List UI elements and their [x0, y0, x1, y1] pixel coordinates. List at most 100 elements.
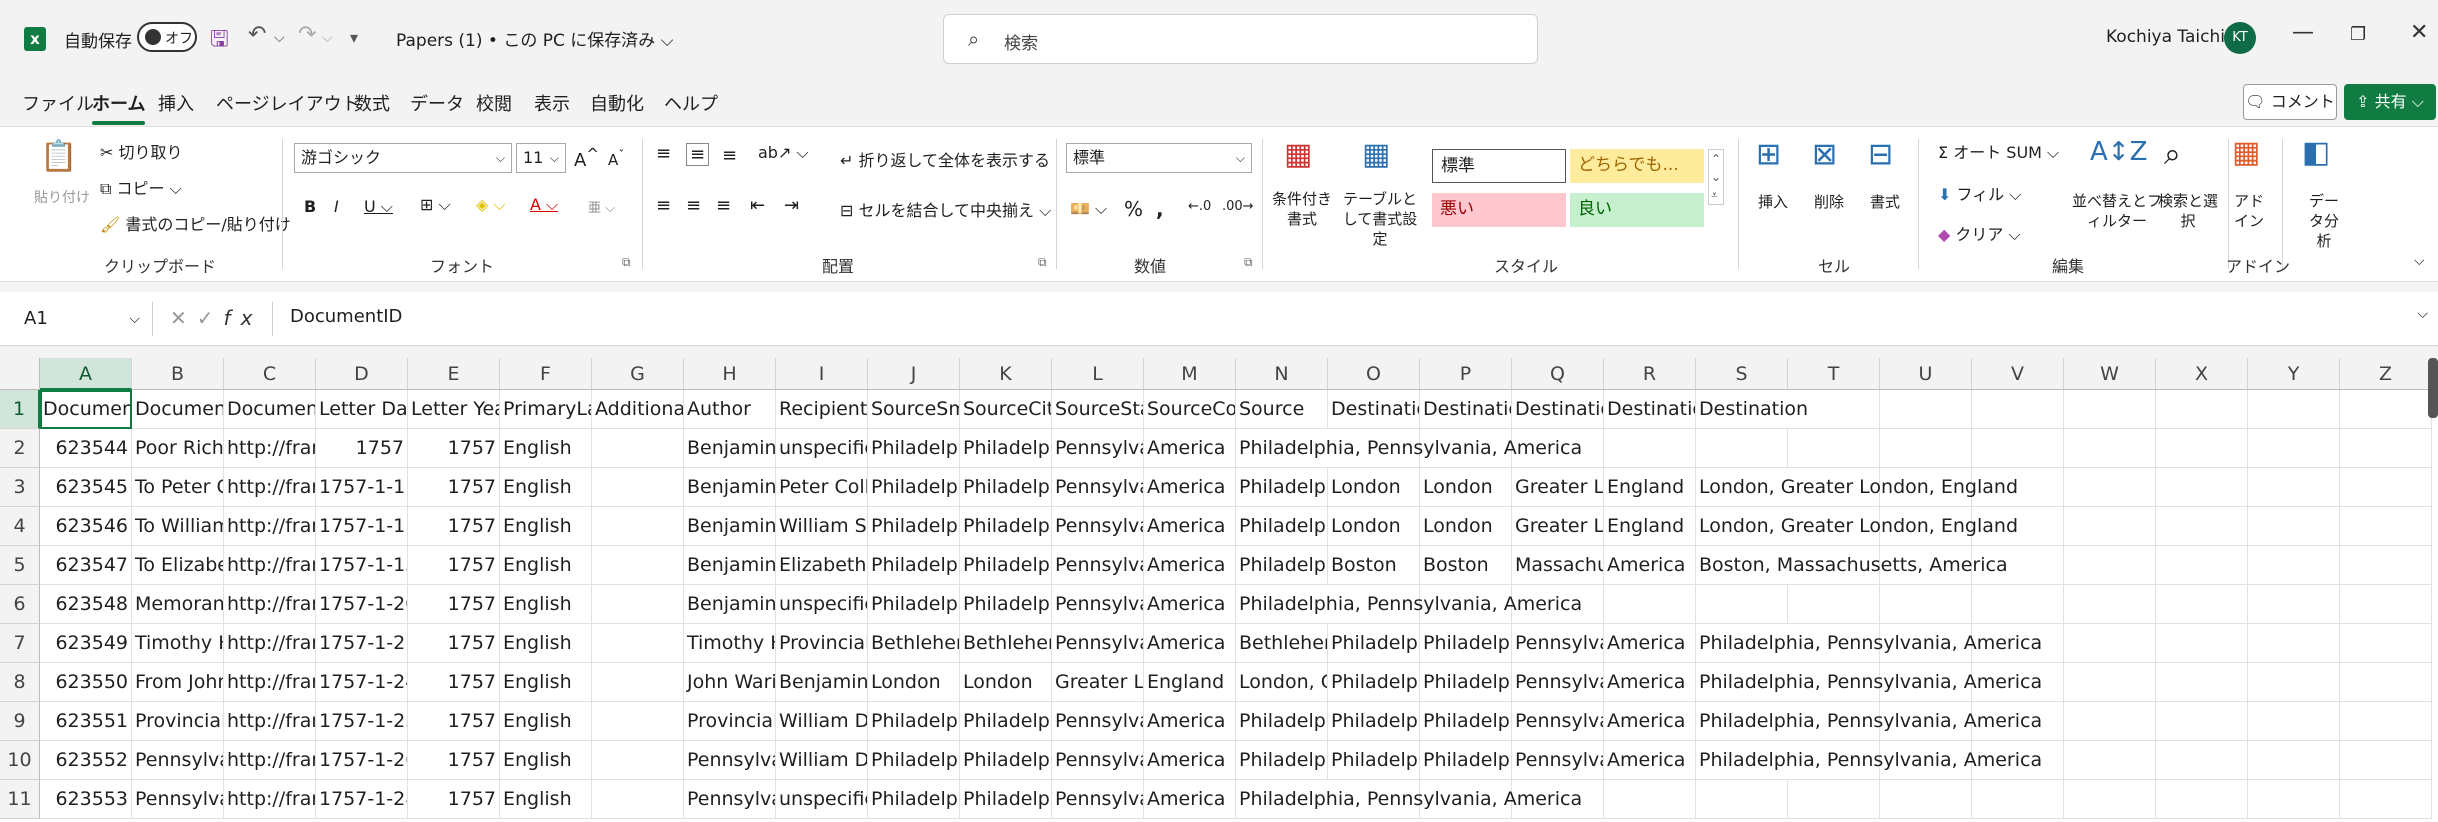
cell-s3[interactable]: London, Greater London, England: [1696, 468, 2018, 507]
cell-h6[interactable]: Benjamin: [684, 585, 776, 624]
cell-s10[interactable]: Philadelphia, Pennsylvania, America: [1696, 741, 2042, 780]
cell-r9[interactable]: America: [1604, 702, 1696, 741]
cell-g3[interactable]: [592, 468, 684, 507]
cell-d8[interactable]: 1757-1-24: [316, 663, 408, 702]
accounting-format-icon[interactable]: 💴 ⌵: [1070, 199, 1107, 219]
user-name[interactable]: Kochiya Taichi: [2106, 27, 2225, 47]
column-header-z[interactable]: Z: [2340, 358, 2432, 390]
tab-file[interactable]: ファイル: [22, 90, 94, 116]
cell-b1[interactable]: Document: [132, 390, 224, 429]
cell-y7[interactable]: [2248, 624, 2340, 663]
cell-m5[interactable]: America: [1144, 546, 1236, 585]
cell-z2[interactable]: [2340, 429, 2432, 468]
minimize-icon[interactable]: —: [2292, 20, 2314, 45]
cell-r2[interactable]: [1604, 429, 1696, 468]
merge-center-button[interactable]: ⊟ セルを結合して中央揃え ⌵: [840, 197, 1051, 221]
cell-o9[interactable]: Philadelpl: [1328, 702, 1420, 741]
cell-d1[interactable]: Letter Dat: [316, 390, 408, 429]
delete-cells-icon[interactable]: ⊠: [1812, 137, 1837, 172]
row-header-11[interactable]: 11: [0, 780, 40, 819]
tab-help[interactable]: ヘルプ: [664, 90, 718, 116]
cell-f2[interactable]: English: [500, 429, 592, 468]
cell-c10[interactable]: http://frar: [224, 741, 316, 780]
cell-d3[interactable]: 1757-1-1: [316, 468, 408, 507]
border-icon[interactable]: ⊞ ⌵: [420, 195, 451, 215]
cell-k9[interactable]: Philadelpl: [960, 702, 1052, 741]
cell-o5[interactable]: Boston: [1328, 546, 1420, 585]
cell-c4[interactable]: http://frar: [224, 507, 316, 546]
collapse-ribbon-icon[interactable]: ⌵: [2414, 253, 2425, 269]
document-title[interactable]: Papers (1) • この PC に保存済み ⌵: [396, 26, 674, 51]
cell-c5[interactable]: http://frar: [224, 546, 316, 585]
formula-input[interactable]: DocumentID: [290, 306, 402, 327]
cell-n6[interactable]: Philadelphia, Pennsylvania, America: [1236, 585, 1582, 624]
cell-k6[interactable]: Philadelpl: [960, 585, 1052, 624]
cell-c3[interactable]: http://frar: [224, 468, 316, 507]
format-cells-icon[interactable]: ⊟: [1868, 137, 1893, 172]
cell-b8[interactable]: From John: [132, 663, 224, 702]
cell-y10[interactable]: [2248, 741, 2340, 780]
cell-r5[interactable]: America: [1604, 546, 1696, 585]
cell-x4[interactable]: [2156, 507, 2248, 546]
italic-icon[interactable]: I: [334, 197, 339, 216]
cell-t11[interactable]: [1788, 780, 1880, 819]
cell-g10[interactable]: [592, 741, 684, 780]
cell-h4[interactable]: Benjamin: [684, 507, 776, 546]
conditional-format-icon[interactable]: ▦: [1284, 137, 1312, 172]
cell-b6[interactable]: Memoranc: [132, 585, 224, 624]
cell-l7[interactable]: Pennsylva: [1052, 624, 1144, 663]
orientation-icon[interactable]: ab↗ ⌵: [758, 143, 809, 163]
cell-e4[interactable]: 1757: [408, 507, 500, 546]
format-as-table-icon[interactable]: ▦: [1362, 137, 1390, 172]
cell-c1[interactable]: Document: [224, 390, 316, 429]
cell-r10[interactable]: America: [1604, 741, 1696, 780]
increase-decimal-icon[interactable]: ←.0: [1188, 199, 1211, 214]
comma-icon[interactable]: ,: [1156, 197, 1164, 221]
cell-w1[interactable]: [2064, 390, 2156, 429]
cell-a6[interactable]: 623548: [40, 585, 132, 624]
cell-a3[interactable]: 623545: [40, 468, 132, 507]
cell-e2[interactable]: 1757: [408, 429, 500, 468]
cell-c8[interactable]: http://frar: [224, 663, 316, 702]
cell-w4[interactable]: [2064, 507, 2156, 546]
number-format-select[interactable]: 標準 ⌵: [1066, 143, 1252, 173]
dialog-launcher-icon[interactable]: ⧉: [622, 255, 631, 270]
cell-d11[interactable]: 1757-1-28: [316, 780, 408, 819]
dialog-launcher-icon[interactable]: ⧉: [1244, 255, 1253, 270]
cell-s6[interactable]: [1696, 585, 1788, 624]
cell-f6[interactable]: English: [500, 585, 592, 624]
cell-f10[interactable]: English: [500, 741, 592, 780]
style-neutral[interactable]: どちらでも...: [1570, 149, 1704, 183]
cell-u11[interactable]: [1880, 780, 1972, 819]
tab-review[interactable]: 校閲: [476, 90, 512, 116]
cell-r8[interactable]: America: [1604, 663, 1696, 702]
cell-y6[interactable]: [2248, 585, 2340, 624]
cell-a1[interactable]: Documen: [40, 390, 132, 429]
cell-s2[interactable]: [1696, 429, 1788, 468]
cell-j4[interactable]: Philadelpl: [868, 507, 960, 546]
cell-z10[interactable]: [2340, 741, 2432, 780]
cell-z6[interactable]: [2340, 585, 2432, 624]
cell-d2[interactable]: 1757: [316, 429, 408, 468]
cell-q9[interactable]: Pennsylva: [1512, 702, 1604, 741]
dialog-launcher-icon[interactable]: ⧉: [1038, 255, 1047, 270]
decrease-decimal-icon[interactable]: .00→: [1222, 199, 1254, 214]
cell-k5[interactable]: Philadelpl: [960, 546, 1052, 585]
cell-l9[interactable]: Pennsylva: [1052, 702, 1144, 741]
column-header-l[interactable]: L: [1052, 358, 1144, 390]
row-header-9[interactable]: 9: [0, 702, 40, 741]
cell-m1[interactable]: SourceCou: [1144, 390, 1236, 429]
cell-c2[interactable]: http://frar: [224, 429, 316, 468]
cell-q5[interactable]: Massachu: [1512, 546, 1604, 585]
decrease-indent-icon[interactable]: ⇤: [750, 195, 765, 216]
cell-d9[interactable]: 1757-1-25: [316, 702, 408, 741]
cell-z7[interactable]: [2340, 624, 2432, 663]
column-header-b[interactable]: B: [132, 358, 224, 390]
percent-icon[interactable]: %: [1124, 197, 1143, 221]
paste-label[interactable]: 貼り付け: [34, 187, 90, 207]
wrap-text-button[interactable]: ↵ 折り返して全体を表示する: [840, 147, 1050, 171]
format-as-table-label[interactable]: テーブルとして書式設定: [1338, 189, 1422, 249]
column-header-y[interactable]: Y: [2248, 358, 2340, 390]
cell-x11[interactable]: [2156, 780, 2248, 819]
column-header-w[interactable]: W: [2064, 358, 2156, 390]
